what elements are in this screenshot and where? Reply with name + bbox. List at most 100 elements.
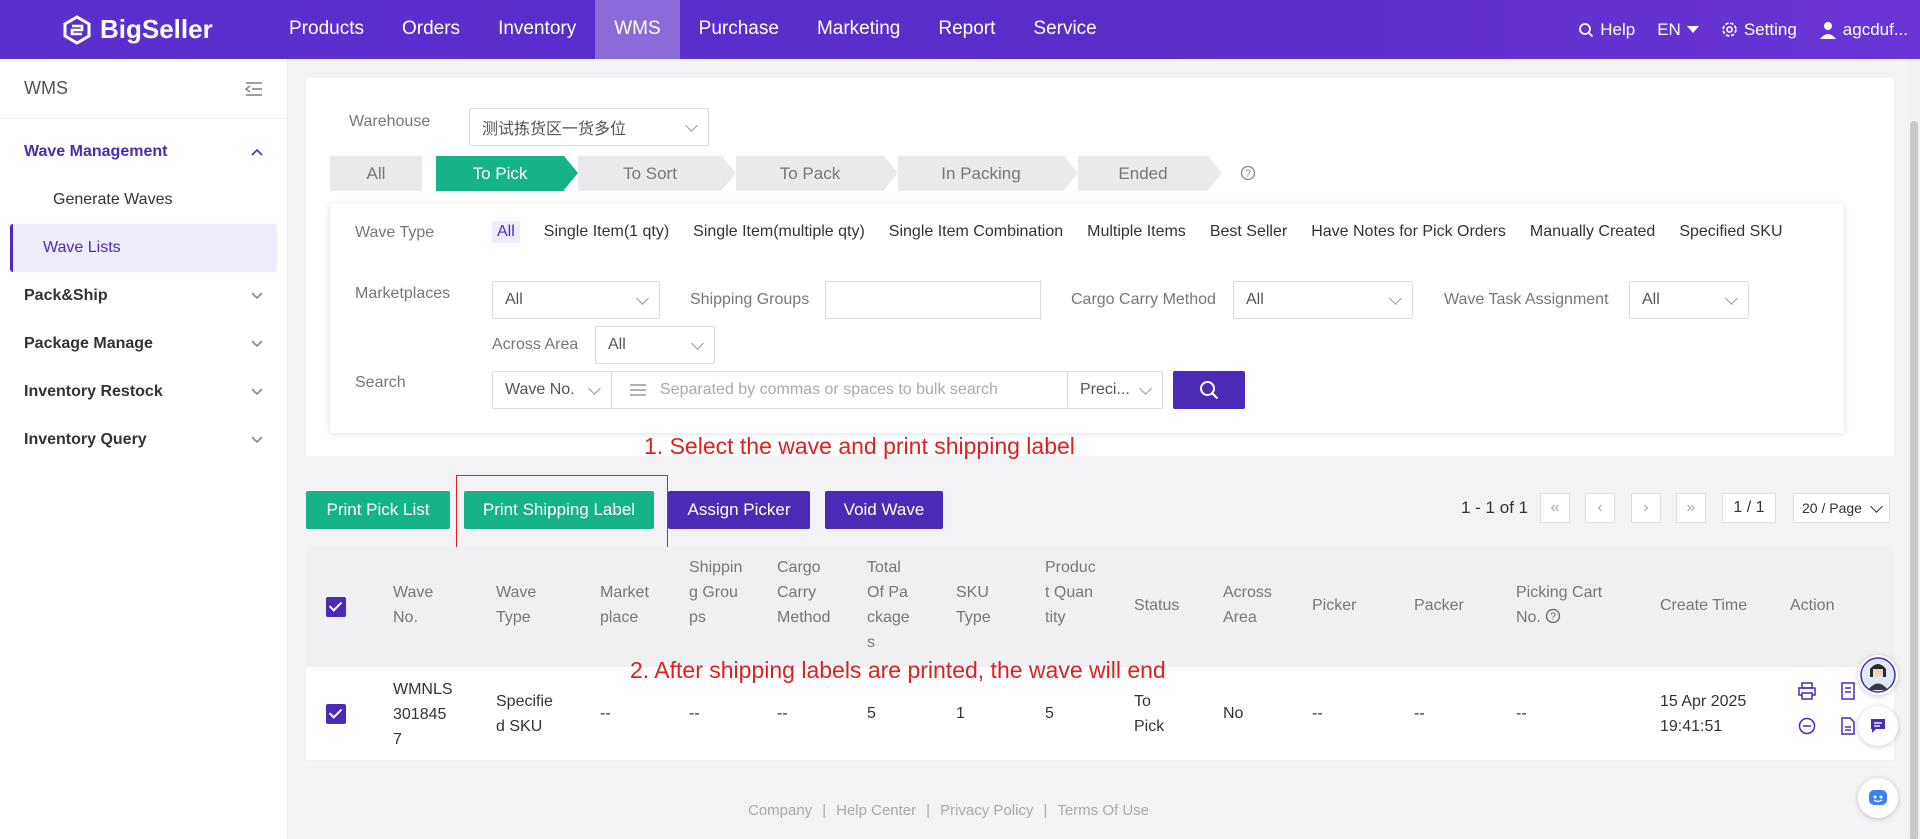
shipping-groups-input[interactable] — [825, 281, 1041, 319]
user-name: agcduf... — [1842, 19, 1908, 39]
cell-wave-type: Specified SKU — [496, 693, 553, 735]
scrollbar-thumb[interactable] — [1910, 121, 1918, 839]
cargo-carry-label: Cargo Carry Method — [1071, 291, 1216, 308]
file-icon[interactable] — [1839, 717, 1857, 735]
nav-orders[interactable]: Orders — [383, 0, 479, 59]
language-select[interactable]: EN — [1657, 20, 1699, 40]
wave-type-multiple-items[interactable]: Multiple Items — [1087, 221, 1186, 243]
search-button[interactable] — [1173, 371, 1245, 409]
nav-report[interactable]: Report — [919, 0, 1014, 59]
wave-type-single-1qty[interactable]: Single Item(1 qty) — [544, 221, 669, 243]
search-mode-select[interactable]: Preci... — [1067, 371, 1163, 409]
sidebar-item-wave-management[interactable]: Wave Management — [0, 128, 287, 176]
tab-ended[interactable]: Ended — [1078, 156, 1222, 191]
nav-purchase[interactable]: Purchase — [680, 0, 798, 59]
first-page-button[interactable]: « — [1540, 493, 1570, 523]
nav-inventory[interactable]: Inventory — [479, 0, 595, 59]
print-icon[interactable] — [1798, 682, 1816, 700]
search-field-select[interactable]: Wave No. — [492, 371, 612, 409]
cell-shipping-groups: -- — [689, 705, 700, 722]
wave-task-assignment-select[interactable]: All — [1629, 281, 1749, 319]
pager-range: 1 - 1 of 1 — [1461, 498, 1529, 517]
last-page-button[interactable]: » — [1676, 493, 1706, 523]
wave-type-single-multi-qty[interactable]: Single Item(multiple qty) — [693, 221, 865, 243]
wave-type-single-combination[interactable]: Single Item Combination — [889, 221, 1063, 243]
next-page-button[interactable]: › — [1631, 493, 1661, 523]
th-across-area: Across Area — [1223, 584, 1272, 626]
annotation-step-2: 2. After shipping labels are printed, th… — [630, 657, 1166, 683]
cargo-carry-select[interactable]: All — [1233, 281, 1413, 319]
cell-wave-no[interactable]: WMNLS3018457 — [393, 677, 453, 752]
assign-picker-button[interactable]: Assign Picker — [668, 491, 810, 529]
th-picker: Picker — [1312, 597, 1357, 614]
sidebar-item-label: Pack&Ship — [24, 287, 108, 304]
sidebar-item-generate-waves[interactable]: Generate Waves — [10, 176, 277, 224]
print-pick-list-button[interactable]: Print Pick List — [306, 491, 450, 529]
setting-link[interactable]: Setting — [1721, 20, 1797, 40]
tab-to-pick[interactable]: To Pick — [436, 156, 578, 191]
help-link[interactable]: Help — [1578, 20, 1635, 40]
help-circle-icon[interactable]: ? — [1545, 608, 1561, 624]
footer-privacy-policy[interactable]: Privacy Policy — [940, 802, 1033, 819]
assistant-button[interactable] — [1858, 778, 1898, 818]
sidebar-item-pack-ship[interactable]: Pack&Ship — [0, 272, 287, 320]
help-circle-icon[interactable]: ? — [1240, 165, 1256, 181]
annotation-step-1: 1. Select the wave and print shipping la… — [644, 433, 1075, 459]
chat-button[interactable] — [1858, 706, 1898, 746]
wave-type-best-seller[interactable]: Best Seller — [1210, 221, 1287, 243]
wave-type-all[interactable]: All — [492, 221, 520, 243]
page-size-select[interactable]: 20 / Page — [1793, 493, 1890, 523]
tab-in-packing[interactable]: In Packing — [898, 156, 1078, 191]
sidebar-item-inventory-query[interactable]: Inventory Query — [0, 416, 287, 464]
void-wave-button[interactable]: Void Wave — [825, 491, 943, 529]
footer-terms-of-use[interactable]: Terms Of Use — [1057, 802, 1149, 819]
across-area-select[interactable]: All — [595, 326, 715, 364]
sidebar-item-package-manage[interactable]: Package Manage — [0, 320, 287, 368]
bigseller-logo[interactable]: BigSeller — [62, 14, 213, 45]
tab-all[interactable]: All — [330, 156, 422, 191]
footer-help-center[interactable]: Help Center — [836, 802, 916, 819]
print-shipping-label-button[interactable]: Print Shipping Label — [464, 491, 654, 529]
user-menu[interactable]: agcduf... — [1819, 20, 1908, 40]
nav-products[interactable]: Products — [270, 0, 383, 59]
collapse-sidebar-icon[interactable] — [245, 81, 263, 97]
marketplaces-select[interactable]: All — [492, 281, 660, 319]
sidebar-item-wave-lists[interactable]: Wave Lists — [10, 224, 277, 272]
nav-wms[interactable]: WMS — [595, 0, 680, 59]
search-input[interactable]: Separated by commas or spaces to bulk se… — [611, 371, 1069, 409]
footer-company[interactable]: Company — [748, 802, 812, 819]
th-wave-no: Wave No. — [393, 584, 434, 626]
wave-type-notes[interactable]: Have Notes for Pick Orders — [1311, 221, 1506, 243]
wave-type-options: All Single Item(1 qty) Single Item(multi… — [492, 221, 1792, 243]
across-area-value: All — [608, 336, 626, 353]
nav-marketing[interactable]: Marketing — [798, 0, 919, 59]
help-label: Help — [1600, 19, 1636, 39]
tab-to-pack[interactable]: To Pack — [736, 156, 898, 191]
user-icon — [1819, 21, 1836, 39]
cargo-carry-value: All — [1246, 291, 1264, 308]
logo-text: BigSeller — [100, 14, 213, 44]
chevron-down-icon — [251, 292, 263, 300]
tab-to-sort[interactable]: To Sort — [578, 156, 736, 191]
sidebar: WMS Wave Management Generate Waves Wave … — [0, 59, 288, 839]
nav-service[interactable]: Service — [1014, 0, 1115, 59]
th-product-quantity: Product Quantity — [1045, 559, 1096, 626]
prev-page-button[interactable]: ‹ — [1585, 493, 1615, 523]
void-icon[interactable] — [1798, 717, 1816, 735]
sidebar-item-inventory-restock[interactable]: Inventory Restock — [0, 368, 287, 416]
chevron-down-icon — [685, 118, 698, 132]
search-field-value: Wave No. — [505, 381, 575, 398]
wave-type-manually-created[interactable]: Manually Created — [1530, 221, 1655, 243]
row-checkbox[interactable] — [326, 704, 346, 724]
warehouse-value: 测试拣货区一货多位 — [482, 121, 627, 138]
across-area-label: Across Area — [492, 336, 579, 353]
select-all-checkbox[interactable] — [326, 597, 346, 617]
page-indicator[interactable]: 1 / 1 — [1722, 493, 1776, 523]
wave-type-specified-sku[interactable]: Specified SKU — [1679, 221, 1782, 243]
status-tabs: All To Pick To Sort To Pack In Packing E… — [330, 156, 1256, 191]
document-icon[interactable] — [1839, 682, 1857, 700]
warehouse-select[interactable]: 测试拣货区一货多位 — [469, 108, 709, 146]
page-scrollbar[interactable] — [1908, 59, 1920, 839]
th-shipping-groups: Shipping Groups — [689, 559, 743, 626]
support-avatar[interactable] — [1858, 655, 1898, 695]
